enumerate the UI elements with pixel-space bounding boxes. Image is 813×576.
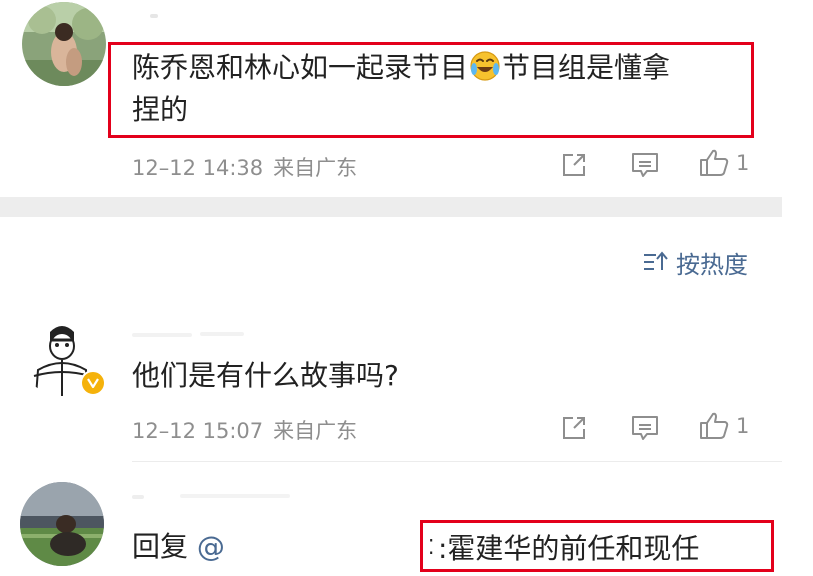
reply-prefix: 回复	[132, 530, 189, 563]
share-icon	[563, 154, 585, 176]
comment-date: 12–12 15:07	[132, 419, 264, 443]
mention-link[interactable]: @	[197, 530, 225, 563]
comment-location: 来自广东	[273, 156, 358, 180]
username-blurred	[150, 14, 158, 18]
share-button[interactable]	[560, 150, 588, 180]
highlight-box	[108, 42, 754, 138]
like-count: 1	[736, 151, 750, 175]
sort-label: 按热度	[676, 250, 748, 279]
comment-location: 来自广东	[273, 419, 358, 443]
avatar[interactable]	[22, 2, 106, 86]
username-blurred	[180, 494, 290, 498]
share-icon	[563, 417, 585, 439]
comment-meta: 12–12 15:07 来自广东	[132, 415, 357, 445]
comment-list-page: 陈乔恩和林心如一起录节目 节目组是懂拿 捏的 12–12 14:38来自广东	[0, 0, 813, 576]
comment-meta: 12–12 14:38 来自广东	[132, 152, 357, 182]
like-icon	[700, 412, 729, 439]
sort-by-heat-button[interactable]: 按热度	[642, 246, 748, 279]
verified-badge-icon	[80, 370, 106, 396]
like-count: 1	[736, 414, 750, 438]
like-button[interactable]: 1	[698, 148, 749, 178]
highlight-box	[420, 520, 774, 572]
like-icon	[700, 149, 729, 176]
divider-line	[132, 461, 782, 462]
username-blurred	[132, 495, 144, 499]
username-blurred	[200, 332, 244, 336]
comment-button[interactable]	[630, 413, 660, 443]
avatar-photo	[22, 2, 106, 86]
username-blurred	[132, 333, 192, 337]
comment-date: 12–12 14:38	[132, 156, 264, 180]
avatar[interactable]	[20, 482, 104, 566]
avatar-photo	[20, 482, 104, 566]
sort-icon	[644, 251, 668, 270]
comment-text: 他们是有什么故事吗?	[132, 359, 399, 392]
comment-icon	[632, 153, 658, 177]
share-button[interactable]	[560, 413, 588, 443]
comment-icon	[632, 416, 658, 440]
like-button[interactable]: 1	[698, 411, 749, 441]
section-divider	[0, 197, 782, 217]
comment-button[interactable]	[630, 150, 660, 180]
reply-text: 回复 @	[132, 526, 225, 568]
